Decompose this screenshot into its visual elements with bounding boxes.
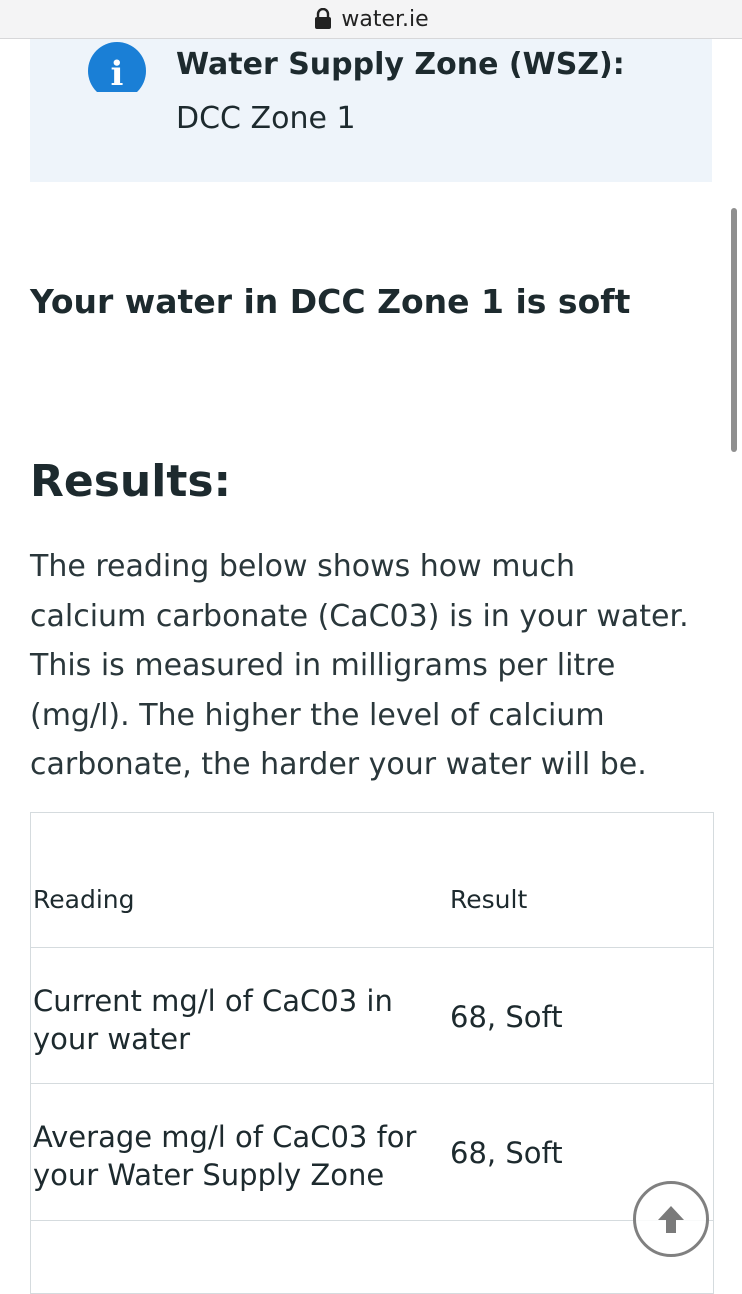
scroll-to-top-button[interactable] — [633, 1181, 709, 1257]
table-row: Current mg/l of CaC03 in your water 68, … — [31, 948, 713, 1084]
results-description: The reading below shows how much calcium… — [30, 549, 689, 782]
page-scrollbar[interactable] — [731, 208, 737, 452]
table-row: Average mg/l of CaC03 for your Water Sup… — [31, 1084, 713, 1221]
reading-cell: Average mg/l of CaC03 for your Water Sup… — [33, 1120, 417, 1192]
browser-url: water.ie — [341, 6, 429, 32]
result-cell: 68, Soft — [450, 1000, 563, 1034]
wsz-title: Water Supply Zone (WSZ): — [176, 47, 625, 82]
browser-url-bar[interactable]: water.ie — [0, 0, 742, 39]
table-header-row: Reading Result — [31, 813, 713, 948]
results-heading: Results: — [30, 456, 232, 507]
water-hardness-heading: Your water in DCC Zone 1 is soft — [30, 282, 631, 321]
header-result: Result — [450, 885, 528, 914]
svg-text:i: i — [111, 54, 124, 92]
arrow-up-icon — [658, 1206, 684, 1233]
water-supply-zone-box: i Water Supply Zone (WSZ): DCC Zone 1 — [30, 39, 712, 182]
result-cell: 68, Soft — [450, 1136, 563, 1170]
reading-cell: Current mg/l of CaC03 in your water — [33, 984, 393, 1056]
lock-icon — [315, 8, 332, 29]
header-reading: Reading — [33, 885, 135, 914]
info-icon: i — [88, 42, 146, 92]
results-table: Reading Result Current mg/l of CaC03 in … — [30, 812, 714, 1294]
wsz-value: DCC Zone 1 — [176, 101, 356, 136]
